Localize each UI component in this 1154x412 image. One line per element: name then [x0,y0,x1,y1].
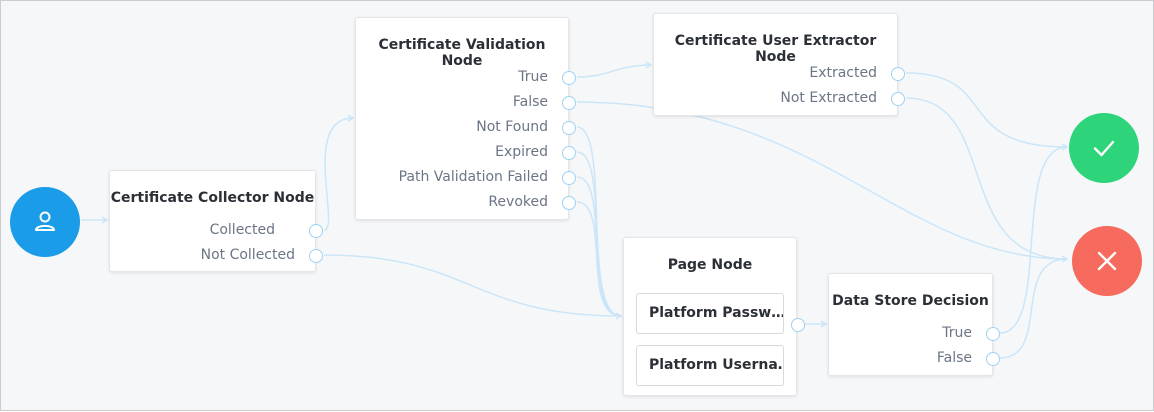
outcome-collected: Collected [110,221,323,241]
outcome-port[interactable] [562,196,576,210]
outcome-label: Collected [209,222,275,238]
outcome-port[interactable] [309,224,323,238]
outcome-port[interactable] [891,92,905,106]
connector-notcollected-page [323,254,622,317]
outcome-extracted: Extracted [654,64,905,84]
node-title: Certificate Validation Node [378,37,546,69]
outcome-port[interactable] [562,96,576,110]
outcome-label: Expired [495,144,548,160]
outcome-label: Not Found [476,119,548,135]
success-node[interactable] [1069,113,1139,183]
outcome-label: Not Extracted [780,90,877,106]
outcome-label: Path Validation Failed [398,169,548,185]
outcome-path-validation-failed: Path Validation Failed [356,168,576,188]
outcome-port[interactable] [791,318,805,332]
outcome-true: True [829,324,1000,344]
connector-true-extractor [576,64,652,78]
outcome-label: Extracted [809,65,877,81]
outcome-label: False [936,350,972,366]
outcome-port[interactable] [891,67,905,81]
node-title: Certificate User Extractor Node [674,33,877,65]
outcome-revoked: Revoked [356,193,576,213]
connector-dsfalse-failure [999,258,1068,359]
outcome-port[interactable] [562,71,576,85]
outcome-not-extracted: Not Extracted [654,89,905,109]
page-node[interactable]: Page Node Platform Passw… Platform Usern… [623,237,805,396]
check-icon [1093,140,1115,157]
data-store-decision-node[interactable]: Data Store Decision True False [828,273,1000,376]
close-icon [1097,251,1117,271]
outcome-not-collected: Not Collected [110,246,323,266]
connector-expired-page [576,151,622,317]
platform-username-node[interactable]: Platform Userna… [636,345,784,386]
outcome-port[interactable] [986,352,1000,366]
outcome-expired: Expired [356,143,576,163]
connector-notextracted-failure [905,97,1068,260]
outcome-false: False [829,349,1000,369]
user-icon [35,211,55,231]
failure-node[interactable] [1072,226,1142,296]
outcome-true: True [356,68,576,88]
certificate-user-extractor-node[interactable]: Certificate User Extractor Node Extracte… [653,13,905,116]
journey-canvas[interactable]: Certificate Collector Node Collected Not… [0,0,1154,411]
node-title: Page Node [667,257,753,273]
certificate-validation-node[interactable]: Certificate Validation Node True False N… [355,17,576,220]
outcome-port[interactable] [986,327,1000,341]
node-title: Data Store Decision [832,293,989,309]
outcome-port[interactable] [309,249,323,263]
outcome-not-found: Not Found [356,118,576,138]
outcome-false: False [356,93,576,113]
connector-extracted-success [905,72,1068,148]
connector-false-failure [576,101,1068,260]
platform-password-node[interactable]: Platform Passw… [636,293,784,334]
connector-dstrue-success [999,146,1068,334]
connector-pathfailed-page [576,176,622,317]
outcome-label: False [512,94,548,110]
node-title: Certificate Collector Node [110,190,315,206]
outcome-port[interactable] [562,171,576,185]
outcome-label: Not Collected [200,247,295,263]
outcome-label: Revoked [488,194,548,210]
outcome-port[interactable] [562,146,576,160]
outcome-port[interactable] [562,121,576,135]
connector-collected-validation [323,117,354,231]
certificate-collector-node[interactable]: Certificate Collector Node Collected Not… [109,170,323,272]
outcome-label: True [942,325,972,341]
start-node[interactable] [10,187,80,257]
outcome-label: True [518,69,548,85]
